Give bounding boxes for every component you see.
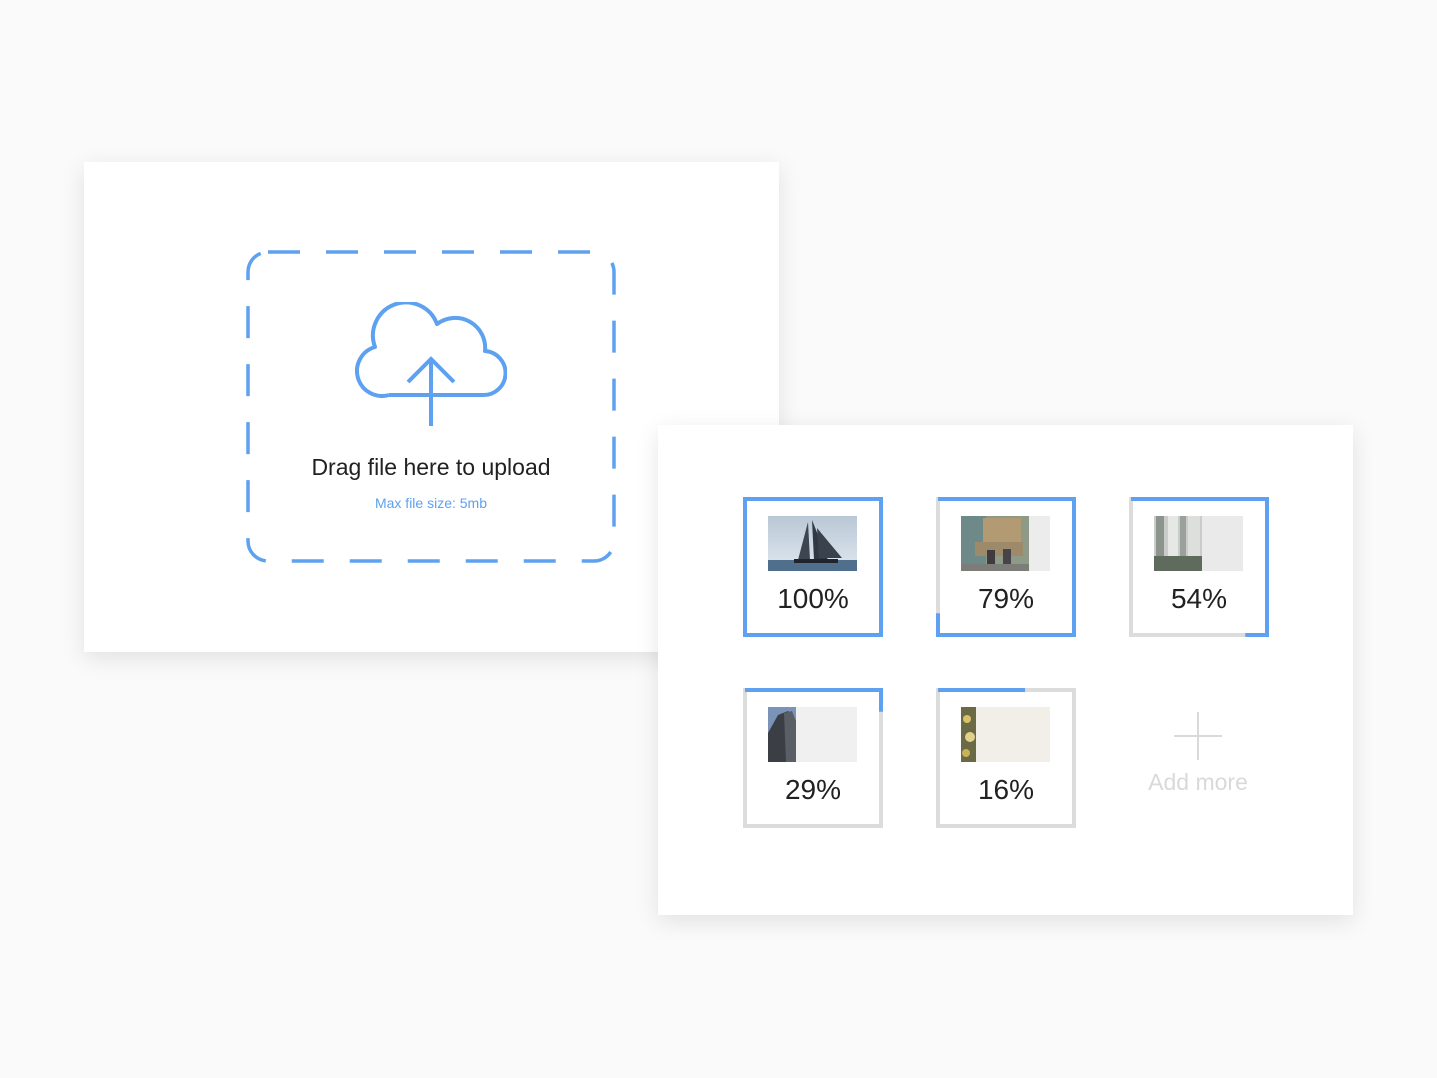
waterfall-thumbnail xyxy=(1154,516,1243,571)
progress-percent: 54% xyxy=(1170,583,1228,614)
file-tile[interactable]: 16% xyxy=(936,688,1076,828)
cloud-upload-icon xyxy=(355,302,507,426)
progress-percent: 29% xyxy=(784,774,842,805)
plus-icon xyxy=(1174,712,1222,760)
drop-title: Drag file here to upload xyxy=(311,454,551,480)
add-more-button[interactable]: Add more xyxy=(1128,688,1268,828)
flowers-thumbnail xyxy=(961,707,1050,762)
sea-cliff-thumbnail xyxy=(768,707,857,762)
upload-progress-card: 100% 79% 54% 29% 16% Add more xyxy=(658,425,1353,915)
max-size-hint: Max file size: 5mb xyxy=(374,495,488,511)
drop-zone[interactable]: Drag file here to upload Max file size: … xyxy=(246,250,616,563)
progress-percent: 79% xyxy=(977,583,1035,614)
add-more-label: Add more xyxy=(1148,769,1248,795)
sailing-ship-thumbnail xyxy=(768,516,857,571)
file-tile[interactable]: 29% xyxy=(743,688,883,828)
progress-percent: 16% xyxy=(977,774,1035,805)
street-scene-thumbnail xyxy=(961,516,1050,571)
file-tile[interactable]: 54% xyxy=(1129,497,1269,637)
file-tile[interactable]: 100% xyxy=(743,497,883,637)
file-tile[interactable]: 79% xyxy=(936,497,1076,637)
progress-percent: 100% xyxy=(777,583,849,614)
